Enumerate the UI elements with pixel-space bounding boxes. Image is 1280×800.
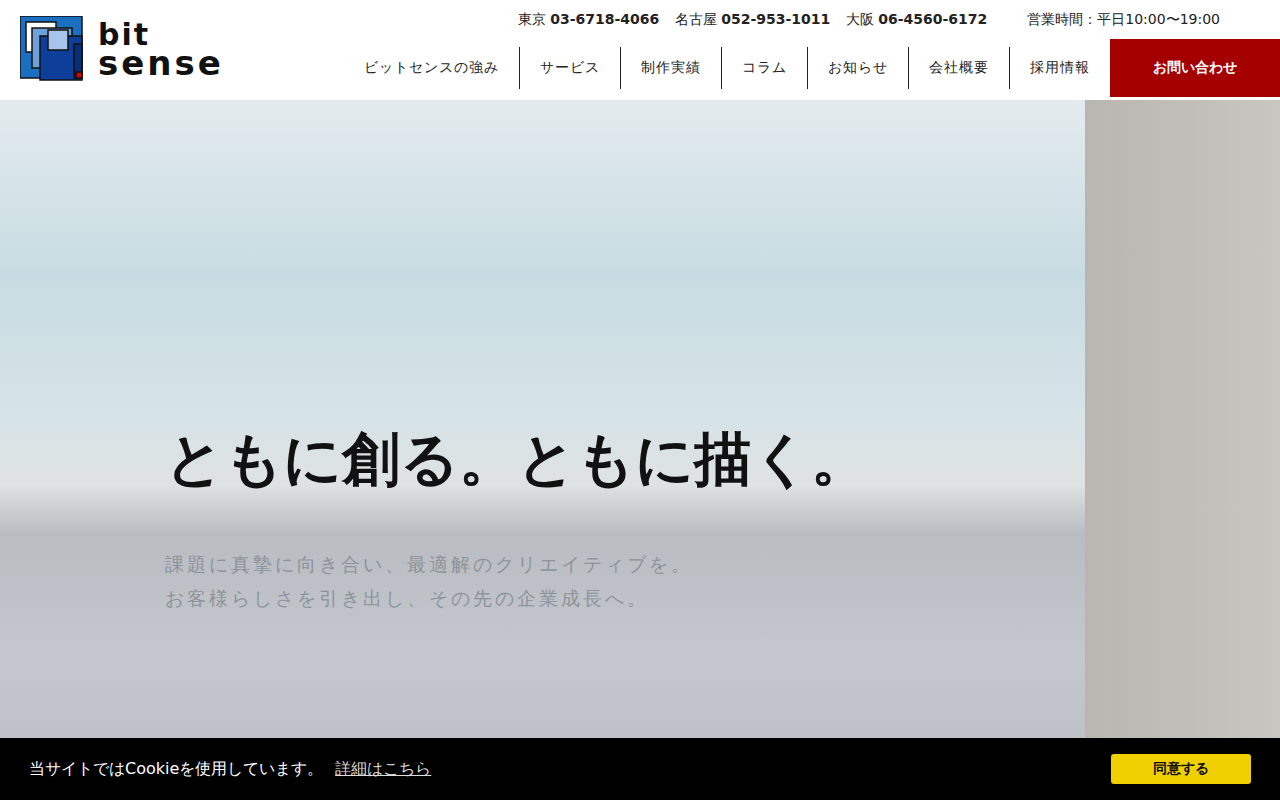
logo[interactable]: bitsense [0,0,224,100]
nav-item[interactable]: 会社概要 [908,47,1009,89]
office-phone[interactable]: 03-6718-4066 [550,11,659,27]
office-contact[interactable]: 大阪06-4560-6172 [846,11,987,29]
office-contact[interactable]: 名古屋052-953-1011 [675,11,830,29]
cookie-accept-button[interactable]: 同意する [1111,754,1251,784]
office-phone[interactable]: 052-953-1011 [721,11,830,27]
contact-button[interactable]: お問い合わせ [1110,39,1280,97]
cookie-banner: 当サイトではCookieを使用しています。詳細はこちら 同意する [0,738,1280,800]
office-city: 大阪 [846,11,874,27]
nav-item[interactable]: サービス [519,47,620,89]
nav-item[interactable]: お知らせ [807,47,908,89]
site-header: bitsense東京03-6718-4066名古屋052-953-1011大阪0… [0,0,1280,100]
nav-item[interactable]: コラム [721,47,807,89]
office-city: 名古屋 [675,11,717,27]
logo-word: sense [98,48,224,79]
nav-item[interactable]: 採用情報 [1009,47,1110,89]
office-city: 東京 [518,11,546,27]
logo-word: bit [98,21,224,48]
hero-subline-line: 課題に真摯に向き合い、最適解のクリエイティブを。 [165,547,1280,581]
hero-subline: 課題に真摯に向き合い、最適解のクリエイティブを。お客様らしさを引き出し、その先の… [165,547,1280,615]
logo-squares-icon [20,16,88,84]
hero-headline: ともに創る。ともに描く。 [165,425,1280,495]
nav-item[interactable]: 制作実績 [620,47,721,89]
nav-item[interactable]: ビットセンスの強み [344,47,519,89]
hero-subline-line: お客様らしさを引き出し、その先の企業成長へ。 [165,581,1280,615]
contact-bar: 東京03-6718-4066 名古屋052-953-1011 大阪06-4560-6… [518,0,1280,39]
office-phone[interactable]: 06-4560-6172 [878,11,987,27]
header-right: 東京03-6718-4066 名古屋052-953-1011 大阪06-4560-6… [344,0,1280,100]
hero: ともに創る。ともに描く。課題に真摯に向き合い、最適解のクリエイティブを。お客様ら… [0,100,1280,800]
cookie-message: 当サイトではCookieを使用しています。 [29,759,323,780]
logo-text: bitsense [98,21,224,79]
business-hours: 営業時間：平日10:00〜19:00 [1027,11,1220,29]
office-contact[interactable]: 東京03-6718-4066 [518,11,659,29]
main-nav: ビットセンスの強みサービス制作実績コラムお知らせ会社概要採用情報お問い合わせ [344,39,1280,97]
cookie-details-link[interactable]: 詳細はこちら [335,759,431,780]
